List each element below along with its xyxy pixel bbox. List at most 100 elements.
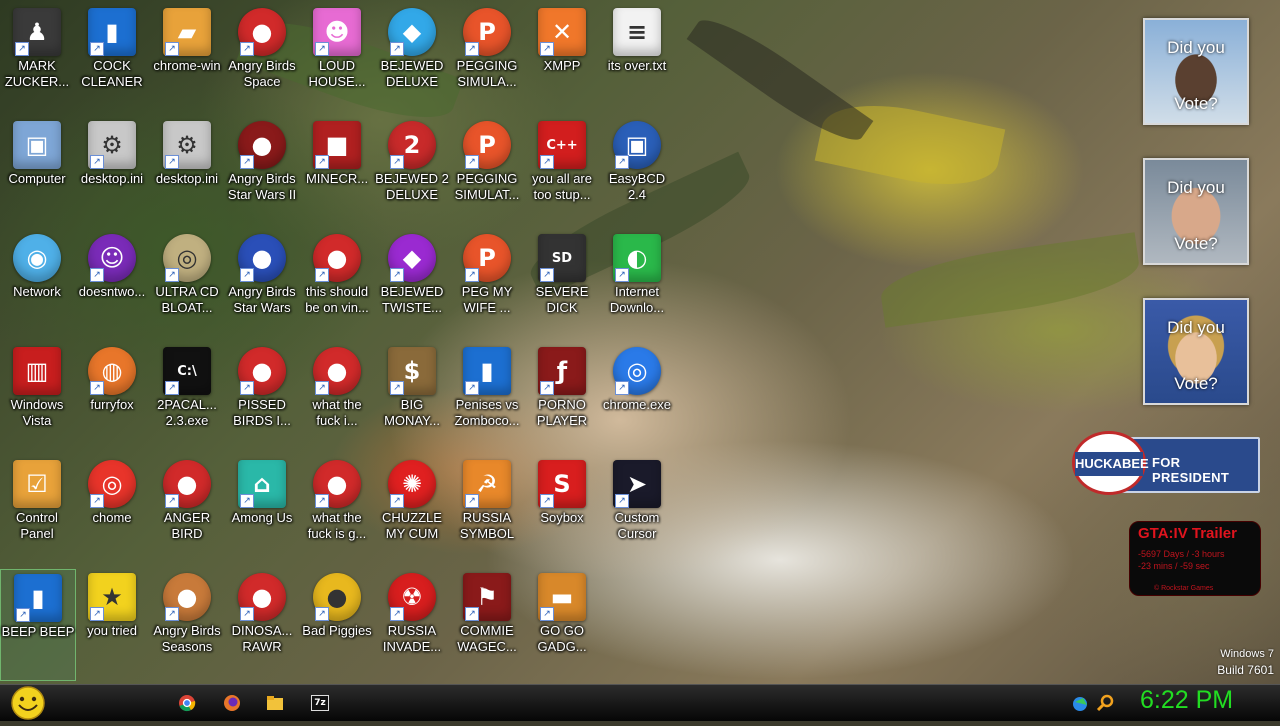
search-tray-icon[interactable] <box>1096 693 1116 713</box>
vote-gadget[interactable]: Did you Vote? <box>1143 298 1249 405</box>
desktop-icon[interactable]: P ↗ PEGGING SIMULAT... <box>450 117 524 227</box>
desktop-icon-label: COMMIE WAGEC... <box>457 623 517 654</box>
angry-bird-seasons-icon: ● ↗ <box>163 573 211 621</box>
text-file-icon: ≡ <box>613 8 661 56</box>
shortcut-arrow-icon: ↗ <box>315 607 329 621</box>
desktop-icon[interactable]: ☢ ↗ RUSSIA INVADE... <box>375 569 449 679</box>
desktop-icon-label: this should be on vin... <box>305 284 369 315</box>
gem-icon: ◆ ↗ <box>388 234 436 282</box>
vote-question-line1: Did you <box>1167 318 1225 337</box>
desktop-icon[interactable]: ƒ ↗ PORNO PLAYER <box>525 343 599 453</box>
sd-card-icon: SD ↗ <box>538 234 586 282</box>
desktop-icon[interactable]: ◍ ↗ furryfox <box>75 343 149 453</box>
desktop-icon[interactable]: ● ↗ Bad Piggies <box>300 569 374 679</box>
network-tray-icon[interactable] <box>1071 693 1091 713</box>
desktop-icon[interactable]: ⚑ ↗ COMMIE WAGEC... <box>450 569 524 679</box>
desktop-icon[interactable]: 2 ↗ BEJEWED 2 DELUXE <box>375 117 449 227</box>
desktop-icon[interactable]: ● ↗ PISSED BIRDS I... <box>225 343 299 453</box>
chrome-icon: ◎ ↗ <box>613 347 661 395</box>
desktop-icon[interactable]: ◎ ↗ chrome.exe <box>600 343 674 453</box>
taskbar-firefox-button[interactable] <box>220 691 244 715</box>
shortcut-arrow-icon: ↗ <box>390 494 404 508</box>
desktop-icon-label: Custom Cursor <box>614 510 660 541</box>
desktop-icon[interactable]: ☺ ↗ doesntwo... <box>75 230 149 340</box>
smiley-start-icon <box>11 686 45 720</box>
desktop-icon[interactable]: ▮ ↗ Penises vs Zomboco... <box>450 343 524 453</box>
taskbar-clock[interactable]: 6:22 PM <box>1140 686 1233 715</box>
desktop-icon[interactable]: S ↗ Soybox <box>525 456 599 566</box>
vote-gadget[interactable]: Did you Vote? <box>1143 18 1249 125</box>
desktop-icon[interactable]: ▥ Windows Vista <box>0 343 74 453</box>
desktop-icon[interactable]: ★ ↗ you tried <box>75 569 149 679</box>
desktop-icon[interactable]: ▣ ↗ EasyBCD 2.4 <box>600 117 674 227</box>
desktop-icon[interactable]: ● ↗ DINOSA... RAWR <box>225 569 299 679</box>
desktop-icon[interactable]: ▬ ↗ GO GO GADG... <box>525 569 599 679</box>
desktop-icon[interactable]: ➤ ↗ Custom Cursor <box>600 456 674 566</box>
desktop-icon[interactable]: ◆ ↗ BEJEWED TWISTE... <box>375 230 449 340</box>
shortcut-arrow-icon: ↗ <box>540 381 554 395</box>
desktop-icon[interactable]: $ ↗ BIG MONAY... <box>375 343 449 453</box>
huckabee-gadget[interactable]: FOR PRESIDENT HUCKABEE <box>1072 431 1260 495</box>
shortcut-arrow-icon: ↗ <box>90 381 104 395</box>
desktop-icon[interactable]: ● ↗ this should be on vin... <box>300 230 374 340</box>
desktop-icon[interactable]: C++ ↗ you all are too stup... <box>525 117 599 227</box>
desktop-icon[interactable]: ⚙ ↗ desktop.ini <box>150 117 224 227</box>
desktop-icon-label: Computer <box>8 171 66 186</box>
desktop-icon[interactable]: ◎ ↗ ULTRA CD BLOAT... <box>150 230 224 340</box>
desktop-icon[interactable]: ● ↗ what the fuck is g... <box>300 456 374 566</box>
desktop-icon[interactable]: ⚙ ↗ desktop.ini <box>75 117 149 227</box>
start-button[interactable] <box>9 685 47 721</box>
desktop-icon[interactable]: ● ↗ Angry Birds Star Wars <box>225 230 299 340</box>
desktop-icon[interactable]: ■ ↗ MINECR... <box>300 117 374 227</box>
desktop-icon[interactable]: ● ↗ Angry Birds Star Wars II <box>225 117 299 227</box>
shortcut-arrow-icon: ↗ <box>465 42 479 56</box>
desktop-icon[interactable]: ▮ ↗ COCK CLEANER <box>75 4 149 114</box>
firefox-icon <box>224 695 240 711</box>
desktop-icon[interactable]: ● ↗ what the fuck i... <box>300 343 374 453</box>
desktop-icon[interactable]: ◉ Network <box>0 230 74 340</box>
desktop-icon[interactable]: ♟ ↗ MARK ZUCKER... <box>0 4 74 114</box>
desktop-icon[interactable]: ● ↗ Angry Birds Space <box>225 4 299 114</box>
desktop-icon-label: chrome.exe <box>603 397 671 412</box>
desktop-icon-label: MINECR... <box>305 171 369 186</box>
desktop-icon[interactable]: SD ↗ SEVERE DICK <box>525 230 599 340</box>
desktop-icon[interactable]: C:\ ↗ 2PACAL... 2.3.exe <box>150 343 224 453</box>
desktop-icon[interactable]: ◐ ↗ Internet Downlo... <box>600 230 674 340</box>
desktop-icon[interactable]: ≡ its over.txt <box>600 4 674 114</box>
shortcut-arrow-icon: ↗ <box>540 607 554 621</box>
os-name: Windows 7 <box>1220 648 1274 660</box>
desktop-icon[interactable]: P ↗ PEG MY WIFE ... <box>450 230 524 340</box>
desktop-icon[interactable]: ▣ Computer <box>0 117 74 227</box>
taskbar-explorer-button[interactable] <box>263 691 287 715</box>
desktop-icon[interactable]: ☑ Control Panel <box>0 456 74 566</box>
desktop-icon-label: ULTRA CD BLOAT... <box>155 284 219 315</box>
shortcut-arrow-icon: ↗ <box>315 494 329 508</box>
angry-bird-icon: ● ↗ <box>238 8 286 56</box>
desktop-icon[interactable]: ◎ ↗ chome <box>75 456 149 566</box>
desktop-icon[interactable]: ▮ ↗ BEEP BEEP <box>0 569 76 681</box>
desktop-icon-label: PISSED BIRDS I... <box>233 397 291 428</box>
desktop-icon-label: PEG MY WIFE ... <box>461 284 513 315</box>
vote-gadget[interactable]: Did you Vote? <box>1143 158 1249 265</box>
radiation-icon: ☢ ↗ <box>388 573 436 621</box>
desktop-icon[interactable]: ✺ ↗ CHUZZLE MY CUM <box>375 456 449 566</box>
desktop-icon[interactable]: ✕ ↗ XMPP <box>525 4 599 114</box>
gta-countdown-gadget[interactable]: GTA:IV Trailer -5697 Days / -3 hours -23… <box>1129 521 1261 596</box>
shortcut-arrow-icon: ↗ <box>465 607 479 621</box>
desktop-icon[interactable]: ● ↗ Angry Birds Seasons <box>150 569 224 679</box>
desktop-icon-label: Control Panel <box>16 510 58 541</box>
flash-player-icon: ƒ ↗ <box>538 347 586 395</box>
shortcut-arrow-icon: ↗ <box>165 155 179 169</box>
desktop-icon[interactable]: ▰ ↗ chrome-win <box>150 4 224 114</box>
shortcut-arrow-icon: ↗ <box>465 268 479 282</box>
desktop-icon[interactable]: ☭ ↗ RUSSIA SYMBOL <box>450 456 524 566</box>
desktop-icon[interactable]: ● ↗ ANGER BIRD <box>150 456 224 566</box>
desktop-icon[interactable]: P ↗ PEGGING SIMULA... <box>450 4 524 114</box>
desktop-icon[interactable]: ☻ ↗ LOUD HOUSE... <box>300 4 374 114</box>
desktop-icon-label: COCK CLEANER <box>81 58 143 89</box>
taskbar-7zip-button[interactable]: 7z <box>308 691 332 715</box>
taskbar-chrome-button[interactable] <box>175 691 199 715</box>
peggle-icon: P ↗ <box>463 8 511 56</box>
desktop-icon[interactable]: ⌂ ↗ Among Us <box>225 456 299 566</box>
desktop-icon[interactable]: ◆ ↗ BEJEWED DELUXE <box>375 4 449 114</box>
